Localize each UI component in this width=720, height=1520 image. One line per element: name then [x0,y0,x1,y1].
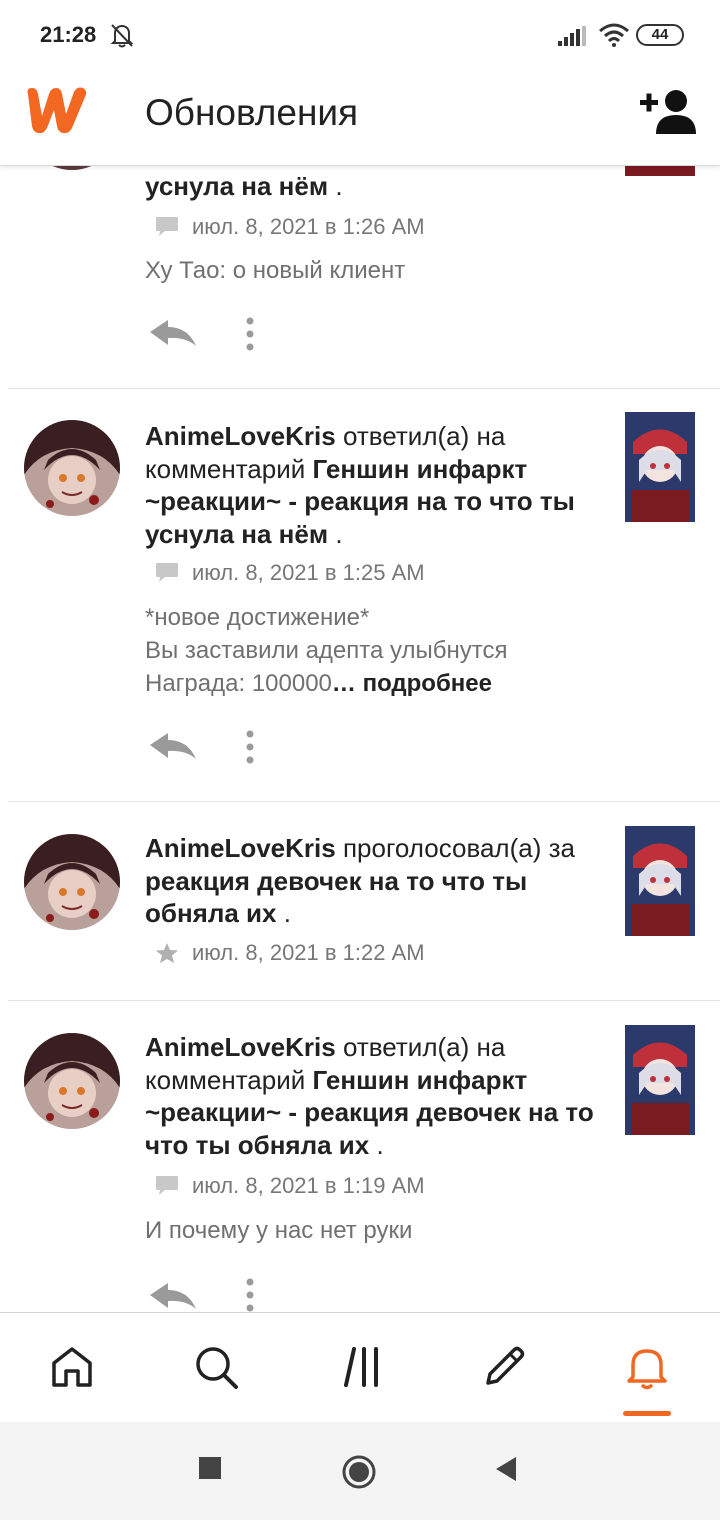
notifications-icon[interactable] [623,1343,671,1391]
search-icon[interactable] [192,1343,240,1391]
app-header: Обновления [0,70,720,166]
wattpad-logo[interactable] [22,84,90,136]
more-options-icon[interactable] [238,316,262,352]
story-thumbnail[interactable] [625,826,695,936]
read-more-link[interactable]: подробнее [356,670,492,697]
story-link[interactable]: реакция девочек на то что ты обняла их [145,866,527,929]
comment-icon [156,217,178,236]
page-title: Обновления [145,92,359,133]
timestamp: июл. 8, 2021 в 1:19 AM [192,1173,425,1198]
notification-headline: AnimeLoveKris ответил(а) на комментарий … [145,421,575,549]
comment-text: Ху Тао: о новый клиент [145,257,406,284]
avatar[interactable] [24,834,120,930]
avatar[interactable] [24,166,120,170]
write-icon[interactable] [480,1343,528,1391]
home-icon[interactable] [48,1343,96,1391]
avatar[interactable] [24,1033,120,1129]
comment-text: *новое достижение* Вы заставили адепта у… [145,604,508,697]
story-link[interactable]: уснула на нём [145,171,328,201]
wifi-icon [599,23,629,47]
reply-icon[interactable] [148,318,198,348]
active-tab-indicator [623,1411,671,1416]
username-link[interactable]: AnimeLoveKris [145,421,336,451]
story-thumbnail[interactable] [625,412,695,522]
more-options-icon[interactable] [238,1277,262,1312]
status-bar: 21:28 44 [0,0,720,70]
timestamp: июл. 8, 2021 в 1:26 AM [192,214,425,239]
comment-icon [156,563,178,582]
notification-headline: AnimeLoveKris ответил(а) на комментарий … [145,1032,594,1160]
username-link[interactable]: AnimeLoveKris [145,1032,336,1062]
username-link[interactable]: AnimeLoveKris [145,833,336,863]
notification-headline: уснула на нём . [145,171,343,201]
home-button[interactable] [341,1454,377,1490]
story-thumbnail[interactable] [625,1025,695,1135]
battery-icon: 44 [636,24,684,46]
list-item[interactable]: уснула на нём . июл. 8, 2021 в 1:26 AM Х… [0,166,720,388]
reply-icon[interactable] [148,731,198,761]
system-navigation [0,1422,720,1520]
bell-off-icon [110,24,134,48]
status-time: 21:28 [40,22,97,47]
recents-button[interactable] [198,1456,222,1480]
star-icon [156,943,178,963]
notification-feed[interactable]: уснула на нём . июл. 8, 2021 в 1:26 AM Х… [0,166,720,1312]
avatar[interactable] [24,420,120,516]
comment-icon [156,1176,178,1195]
signal-icon [558,26,586,46]
back-button[interactable] [494,1456,518,1482]
comment-text: И почему у нас нет руки [145,1217,413,1244]
more-options-icon[interactable] [238,729,262,765]
timestamp: июл. 8, 2021 в 1:25 AM [192,560,425,585]
bottom-navigation [0,1312,720,1422]
notification-headline: AnimeLoveKris проголосовал(а) за реакция… [145,833,575,929]
reply-icon[interactable] [148,1281,198,1311]
story-thumbnail[interactable] [625,166,695,176]
list-item[interactable]: AnimeLoveKris проголосовал(а) за реакция… [0,802,720,1000]
list-item[interactable]: AnimeLoveKris ответил(а) на комментарий … [0,389,720,801]
library-icon[interactable] [338,1343,386,1391]
add-user-icon[interactable] [640,88,698,136]
timestamp: июл. 8, 2021 в 1:22 AM [192,940,425,965]
list-item[interactable]: AnimeLoveKris ответил(а) на комментарий … [0,1001,720,1312]
